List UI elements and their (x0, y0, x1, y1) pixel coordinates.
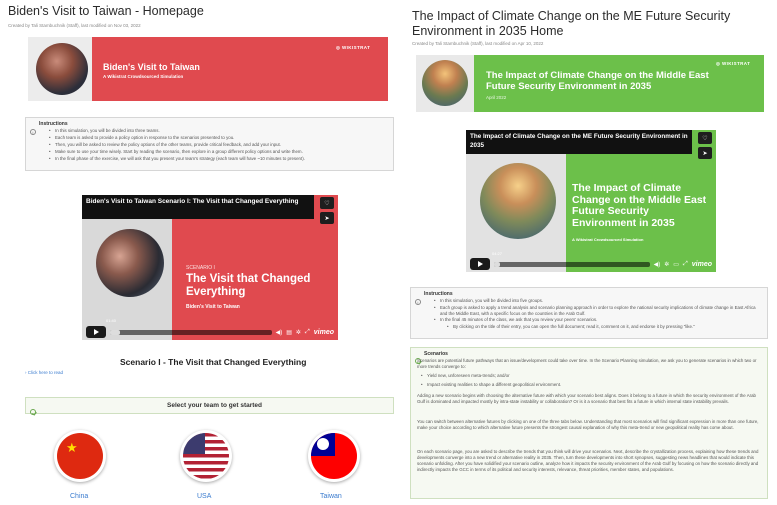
scenario-label: SCENARIO I (186, 265, 215, 271)
play-button[interactable] (86, 326, 106, 338)
left-instruction-item: Then, you will be asked to review the po… (49, 142, 281, 148)
taiwan-flag-icon (311, 433, 357, 479)
right-page-title: The Impact of Climate Change on the ME F… (412, 9, 731, 38)
video-progress-bar[interactable] (110, 329, 272, 335)
right-video-player[interactable]: The Impact of Climate Change on the ME F… (466, 130, 716, 272)
team-select-panel: Select your team to get started (25, 397, 394, 415)
scenarios-panel: Scenarios Scenarios are potential future… (410, 347, 768, 499)
team-select-prompt: Select your team to get started (167, 402, 262, 409)
right-page-meta: Created by Tali Stambuchnik (Staff), las… (412, 41, 544, 46)
scenarios-paragraph: You can switch between alternative futur… (417, 419, 759, 430)
scenarios-item: Impact existing realities to shape a dif… (421, 382, 561, 388)
click-here-to-read-link[interactable]: › Click here to read (25, 370, 63, 375)
right-wikistrat-logo: ◎ WIKISTRAT (716, 61, 751, 66)
like-heart-icon[interactable]: ♡ (320, 197, 334, 209)
right-instruction-item: Each group is asked to apply a trend ana… (434, 305, 762, 317)
right-info-icon: i (415, 291, 421, 309)
captions-icon[interactable]: ▤ (286, 329, 292, 336)
left-banner: Biden's Visit to Taiwan A Wikistrat Crow… (28, 37, 388, 101)
info-icon: i (30, 121, 36, 139)
tsai-biden-photo (96, 229, 164, 297)
left-video-player[interactable]: Biden's Visit to Taiwan Scenario I: The … (82, 195, 338, 340)
team-label-china[interactable]: China (70, 493, 88, 500)
scenarios-item: Yield new, unforeseen meta-trends; and/o… (421, 373, 510, 379)
climate-video-photo (480, 163, 556, 239)
left-instruction-item: In the final phase of the exercise, we w… (49, 156, 305, 162)
left-video-subtitle: Biden's Visit to Taiwan (186, 304, 240, 310)
right-instruction-item: In this simulation, you will be divided … (434, 298, 543, 304)
settings-icon[interactable]: ✲ (296, 329, 301, 336)
right-instruction-item: In the final 45 minutes of the class, we… (434, 317, 597, 323)
scenarios-paragraph: On each scenario page, you are asked to … (417, 449, 759, 472)
left-video-time: 01:40 (106, 318, 117, 323)
scenarios-intro: Scenarios are potential future pathways … (417, 358, 757, 369)
left-page-title: Biden's Visit to Taiwan - Homepage (8, 4, 204, 18)
right-banner-title: The Impact of Climate Change on the Midd… (486, 70, 709, 92)
left-banner-title: Biden's Visit to Taiwan (103, 62, 200, 72)
left-video-main-title: The Visit that Changed Everything (186, 273, 311, 298)
left-video-title: Biden's Visit to Taiwan Scenario I: The … (82, 195, 314, 219)
check-circle-icon (30, 402, 36, 420)
right-pip-icon[interactable]: ▭ (673, 261, 679, 268)
right-share-icon[interactable]: ➤ (698, 147, 712, 159)
left-banner-subtitle: A Wikistrat Crowdsourced Simulation (103, 74, 184, 79)
video-progress-fill (110, 329, 120, 335)
usa-flag-icon (183, 433, 229, 479)
right-fullscreen-icon[interactable]: ⤢ (683, 261, 688, 268)
fullscreen-icon[interactable]: ⤢ (305, 329, 310, 336)
right-settings-icon[interactable]: ✲ (664, 261, 669, 268)
right-volume-icon[interactable]: ◀) (654, 261, 661, 268)
right-wikistrat-logo-text: WIKISTRAT (721, 61, 751, 66)
right-video-main-title: The Impact of Climate Change on the Midd… (572, 182, 707, 229)
usa-flag-canton (183, 433, 205, 454)
right-like-heart-icon[interactable]: ♡ (698, 132, 712, 144)
taiwan-flag-sun (317, 438, 329, 450)
right-instructions-heading: Instructions (424, 291, 453, 297)
team-label-usa[interactable]: USA (197, 493, 211, 500)
right-banner: The Impact of Climate Change on the Midd… (416, 55, 764, 112)
team-china[interactable]: ★ (54, 430, 106, 482)
china-flag-icon: ★ (57, 433, 103, 479)
left-instructions-heading: Instructions (39, 121, 68, 127)
scenario-heading: Scenario I - The Visit that Changed Ever… (120, 357, 307, 367)
wikistrat-logo-text: WIKISTRAT (341, 45, 371, 50)
right-video-progress-bar[interactable] (494, 261, 650, 267)
team-taiwan[interactable] (308, 430, 360, 482)
right-instructions-panel: i Instructions In this simulation, you w… (410, 287, 768, 339)
right-play-button[interactable] (470, 258, 490, 270)
wikistrat-logo: ◎ WIKISTRAT (336, 45, 371, 50)
right-instruction-subitem: By clicking on the title of their entry,… (447, 324, 763, 330)
volume-icon[interactable]: ◀) (276, 329, 283, 336)
team-label-taiwan[interactable]: Taiwan (320, 493, 342, 500)
left-page-meta: Created by Tali Stambuchnik (Staff), las… (8, 23, 141, 28)
left-instructions-panel: i Instructions In this simulation, you w… (25, 117, 394, 171)
right-vimeo-logo: vimeo (691, 260, 712, 268)
click-here-to-read-text: Click here to read (27, 370, 64, 375)
china-flag-star: ★ (66, 440, 78, 455)
right-video-subtitle: A Wikistrat Crowdsourced Simulation (572, 237, 644, 242)
left-instruction-item: Each team is asked to provide a policy o… (49, 135, 234, 141)
team-usa[interactable] (180, 430, 232, 482)
climate-photo (422, 60, 468, 106)
left-instruction-item: In this simulation, you will be divided … (49, 128, 160, 134)
vimeo-logo: vimeo (313, 328, 334, 336)
biden-tsai-photo (36, 43, 88, 95)
left-instruction-item: Make sure to use your time wisely. Start… (49, 149, 303, 155)
right-video-title: The Impact of Climate Change on the ME F… (466, 130, 692, 154)
right-banner-date: April 2022 (486, 95, 507, 100)
share-icon[interactable]: ➤ (320, 212, 334, 224)
scenarios-heading: Scenarios (424, 351, 448, 357)
scenarios-paragraph: Adding a new scenario begins with choosi… (417, 393, 757, 404)
right-video-progress-fill (494, 261, 501, 267)
